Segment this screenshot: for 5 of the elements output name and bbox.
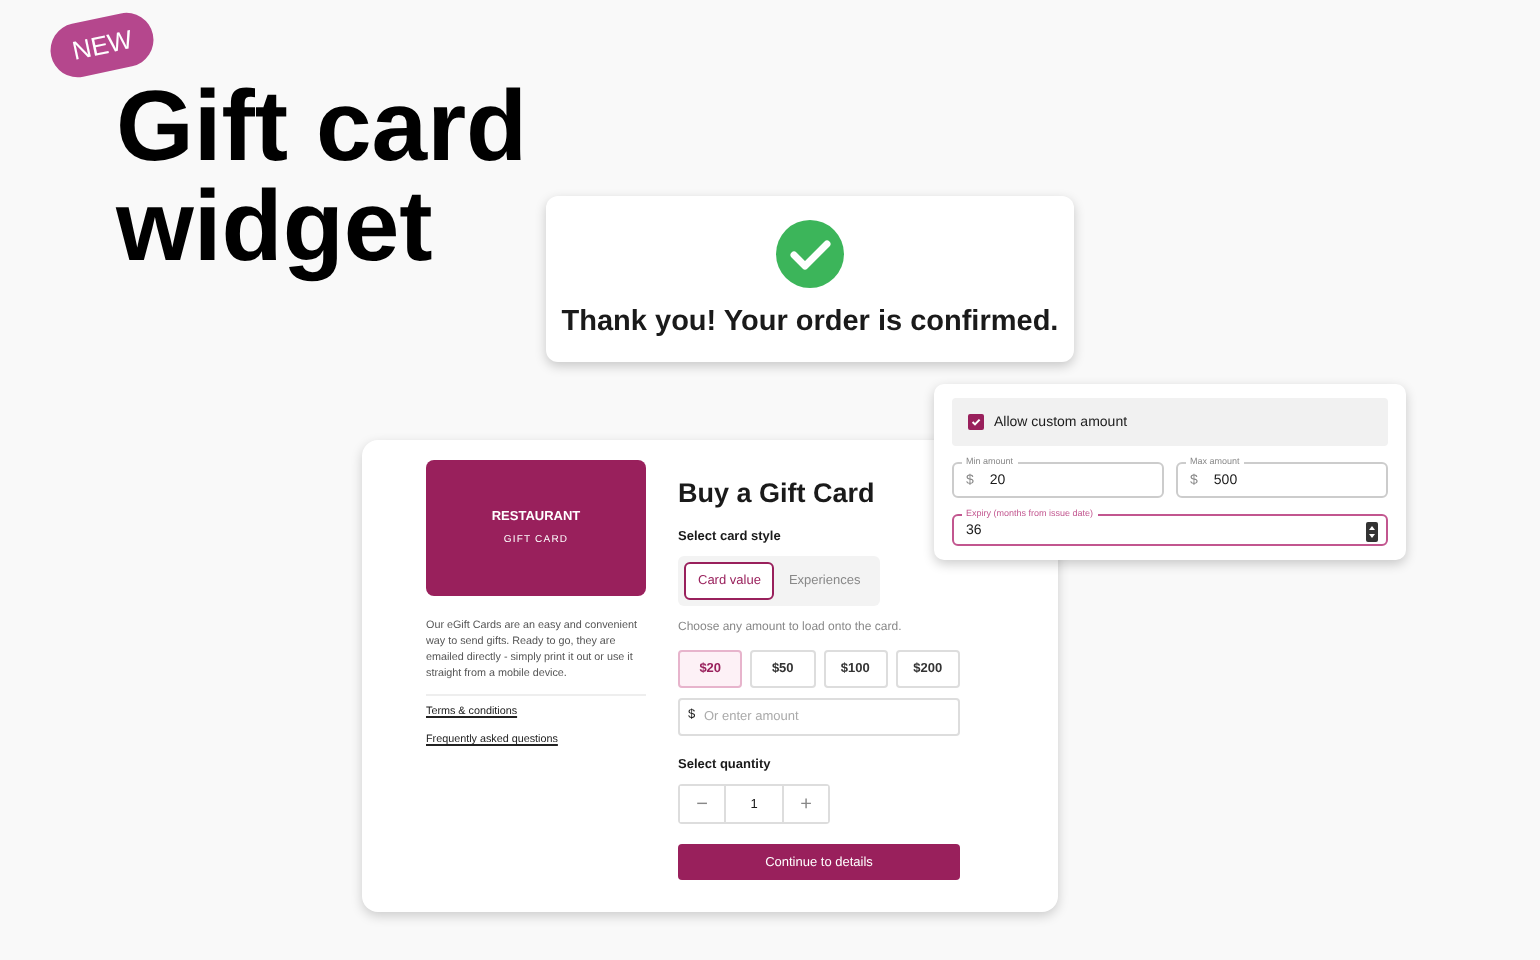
check-circle-icon <box>776 220 844 288</box>
widget-heading: Buy a Gift Card <box>678 478 877 508</box>
checkbox[interactable] <box>968 414 984 430</box>
confirmation-message: Thank you! Your order is confirmed. <box>561 306 1059 338</box>
spinner-icon[interactable] <box>1366 522 1378 542</box>
